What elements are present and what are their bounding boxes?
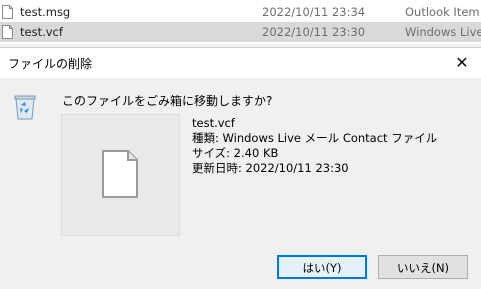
file-info-size: サイズ: 2.40 KB: [192, 146, 279, 160]
close-icon: ✕: [455, 53, 469, 72]
file-type: Outlook Item: [405, 5, 480, 19]
dialog-body: このファイルをごみ箱に移動しますか? test.vcf 種類: Windows …: [0, 78, 481, 289]
yes-button[interactable]: はい(Y): [277, 255, 367, 279]
file-info: test.vcf 種類: Windows Live メール Contact ファ…: [192, 116, 437, 176]
file-row[interactable]: test.msg 2022/10/11 23:34 Outlook Item: [0, 2, 481, 22]
file-preview: [61, 114, 180, 236]
file-info-type: 種類: Windows Live メール Contact ファイル: [192, 131, 438, 145]
file-name: test.msg: [20, 5, 71, 19]
document-file-icon: [2, 25, 13, 39]
document-icon: [102, 150, 138, 198]
file-type: Windows Live: [405, 25, 481, 39]
no-button[interactable]: いいえ(N): [378, 255, 468, 279]
file-info-date: 更新日時: 2022/10/11 23:30: [192, 161, 349, 175]
file-row-selected[interactable]: test.vcf 2022/10/11 23:30 Windows Live: [0, 22, 481, 42]
close-button[interactable]: ✕: [449, 51, 475, 75]
dialog-titlebar[interactable]: ファイルの削除 ✕: [0, 48, 481, 78]
explorer-file-list: test.msg 2022/10/11 23:34 Outlook Item t…: [0, 0, 481, 44]
file-name: test.vcf: [20, 25, 63, 39]
file-info-name: test.vcf: [192, 116, 235, 130]
file-date: 2022/10/11 23:34: [262, 5, 366, 19]
delete-file-dialog: ファイルの削除 ✕ このファイルをごみ箱に移動しますか? test.vcf 種類…: [0, 47, 481, 289]
dialog-title: ファイルの削除: [8, 57, 93, 71]
file-date: 2022/10/11 23:30: [262, 25, 366, 39]
confirm-question: このファイルをごみ箱に移動しますか?: [62, 94, 273, 108]
recycle-bin-icon: [14, 95, 36, 120]
mail-file-icon: [2, 5, 13, 19]
